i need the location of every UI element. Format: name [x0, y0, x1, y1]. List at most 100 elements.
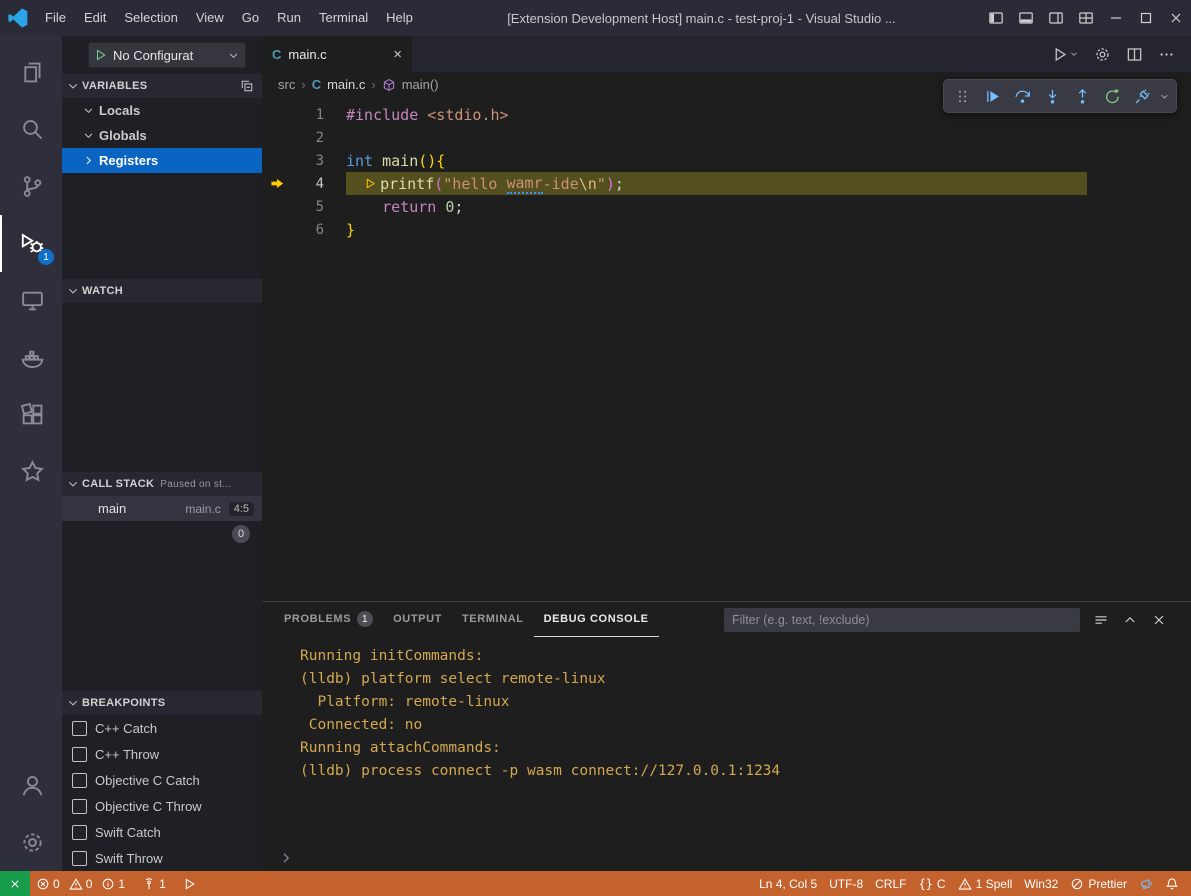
code-editor[interactable]: 1#include <stdio.h>23int main(){4 printf… [262, 97, 1191, 601]
console-input-row[interactable] [262, 845, 1191, 871]
language-mode[interactable]: {}C [912, 871, 951, 896]
menu-terminal[interactable]: Terminal [310, 0, 377, 36]
breakpoint-item[interactable]: C++ Catch [62, 715, 262, 741]
variables-section-header[interactable]: VARIABLES [62, 74, 262, 98]
call-stack-frame[interactable]: main main.c 4:5 [62, 496, 262, 521]
platform[interactable]: Win32 [1018, 871, 1064, 896]
debug-console-output[interactable]: Running initCommands:(lldb) platform sel… [262, 637, 1191, 845]
debug-config-dropdown[interactable]: No Configurat [88, 42, 246, 68]
continue-icon[interactable] [979, 83, 1006, 110]
chevron-down-icon[interactable] [1159, 91, 1171, 102]
gutter[interactable]: 3 [262, 153, 346, 169]
breakpoint-item[interactable]: C++ Throw [62, 741, 262, 767]
toggle-panel-icon[interactable] [1011, 0, 1041, 36]
restart-icon[interactable] [1099, 83, 1126, 110]
code-line-5[interactable]: 5 return 0; [262, 195, 1191, 218]
tab-main-c[interactable]: C main.c × [262, 36, 412, 72]
disconnect-icon[interactable] [1129, 83, 1156, 110]
customize-layout-icon[interactable] [1071, 0, 1101, 36]
step-out-icon[interactable] [1069, 83, 1096, 110]
code-line-4[interactable]: 4 printf("hello wamr-ide\n"); [262, 172, 1191, 195]
variables-scope-locals[interactable]: Locals [62, 98, 262, 123]
breakpoint-checkbox[interactable] [72, 721, 87, 736]
activity-settings[interactable] [0, 814, 62, 871]
console-lines-icon[interactable] [1093, 612, 1109, 628]
menu-help[interactable]: Help [377, 0, 422, 36]
breakpoint-item[interactable]: Swift Throw [62, 845, 262, 871]
current-line-arrow-icon[interactable] [262, 176, 292, 191]
activity-run-and-debug[interactable]: 1 [0, 215, 62, 272]
panel-tab-problems[interactable]: PROBLEMS1 [274, 602, 383, 637]
close-tab-icon[interactable]: × [393, 47, 402, 62]
panel-tab-debug-console[interactable]: DEBUG CONSOLE [534, 602, 659, 637]
activity-extensions[interactable] [0, 386, 62, 443]
announcement[interactable] [1133, 871, 1159, 896]
run-file-icon[interactable] [1052, 46, 1079, 63]
menu-go[interactable]: Go [233, 0, 268, 36]
menu-run[interactable]: Run [268, 0, 310, 36]
gutter[interactable]: 5 [262, 199, 346, 215]
gutter[interactable]: 4 [262, 176, 346, 192]
breakpoint-checkbox[interactable] [72, 747, 87, 762]
console-filter-input[interactable] [724, 608, 1080, 632]
activity-search[interactable] [0, 101, 62, 158]
code-line-6[interactable]: 6} [262, 218, 1191, 241]
settings-gear-icon[interactable] [1094, 46, 1111, 63]
menu-edit[interactable]: Edit [75, 0, 115, 36]
breadcrumb-symbol[interactable]: main() [402, 77, 439, 92]
activity-favorites[interactable] [0, 443, 62, 500]
code-line-2[interactable]: 2 [262, 126, 1191, 149]
breakpoints-section-header[interactable]: BREAKPOINTS [62, 691, 262, 715]
drag-grip-icon[interactable] [949, 83, 976, 110]
breakpoint-checkbox[interactable] [72, 799, 87, 814]
panel-tab-output[interactable]: OUTPUT [383, 602, 452, 637]
breakpoint-checkbox[interactable] [72, 851, 87, 866]
code-line-3[interactable]: 3int main(){ [262, 149, 1191, 172]
remote-indicator[interactable] [0, 871, 30, 896]
menu-selection[interactable]: Selection [115, 0, 186, 36]
debug-status[interactable] [177, 871, 208, 896]
spell-status[interactable]: 1 Spell [952, 871, 1019, 896]
breakpoint-item[interactable]: Objective C Catch [62, 767, 262, 793]
minimize-icon[interactable] [1101, 0, 1131, 36]
breakpoint-item[interactable]: Swift Catch [62, 819, 262, 845]
more-actions-icon[interactable] [1158, 46, 1175, 63]
eol[interactable]: CRLF [869, 871, 912, 896]
gutter[interactable]: 6 [262, 222, 346, 238]
collapse-all-icon[interactable] [240, 79, 254, 93]
breakpoint-checkbox[interactable] [72, 825, 87, 840]
breadcrumb-folder[interactable]: src [278, 77, 295, 92]
panel-tab-terminal[interactable]: TERMINAL [452, 602, 534, 637]
breakpoint-checkbox[interactable] [72, 773, 87, 788]
gutter[interactable]: 2 [262, 130, 346, 146]
variables-scope-registers[interactable]: Registers [62, 148, 262, 173]
ports-status[interactable]: 1 [136, 871, 177, 896]
close-panel-icon[interactable] [1151, 612, 1167, 628]
call-stack-section-header[interactable]: CALL STACK Paused on st... [62, 472, 262, 496]
step-over-icon[interactable] [1009, 83, 1036, 110]
activity-source-control[interactable] [0, 158, 62, 215]
maximize-panel-icon[interactable] [1122, 612, 1138, 628]
menu-file[interactable]: File [36, 0, 75, 36]
problems-status[interactable]: 001 [30, 871, 136, 896]
encoding[interactable]: UTF-8 [823, 871, 869, 896]
toggle-sidebar-icon[interactable] [981, 0, 1011, 36]
split-editor-icon[interactable] [1126, 46, 1143, 63]
watch-section-header[interactable]: WATCH [62, 279, 262, 303]
activity-remote-explorer[interactable] [0, 272, 62, 329]
activity-explorer[interactable] [0, 44, 62, 101]
toggle-secondary-sidebar-icon[interactable] [1041, 0, 1071, 36]
menu-view[interactable]: View [187, 0, 233, 36]
gutter[interactable]: 1 [262, 107, 346, 123]
activity-docker[interactable] [0, 329, 62, 386]
cursor-position[interactable]: Ln 4, Col 5 [753, 871, 823, 896]
prettier-status[interactable]: Prettier [1064, 871, 1133, 896]
activity-accounts[interactable] [0, 757, 62, 814]
breadcrumb-file[interactable]: main.c [327, 77, 365, 92]
notifications[interactable] [1159, 871, 1185, 896]
step-into-icon[interactable] [1039, 83, 1066, 110]
close-window-icon[interactable] [1161, 0, 1191, 36]
variables-scope-globals[interactable]: Globals [62, 123, 262, 148]
maximize-icon[interactable] [1131, 0, 1161, 36]
breakpoint-item[interactable]: Objective C Throw [62, 793, 262, 819]
